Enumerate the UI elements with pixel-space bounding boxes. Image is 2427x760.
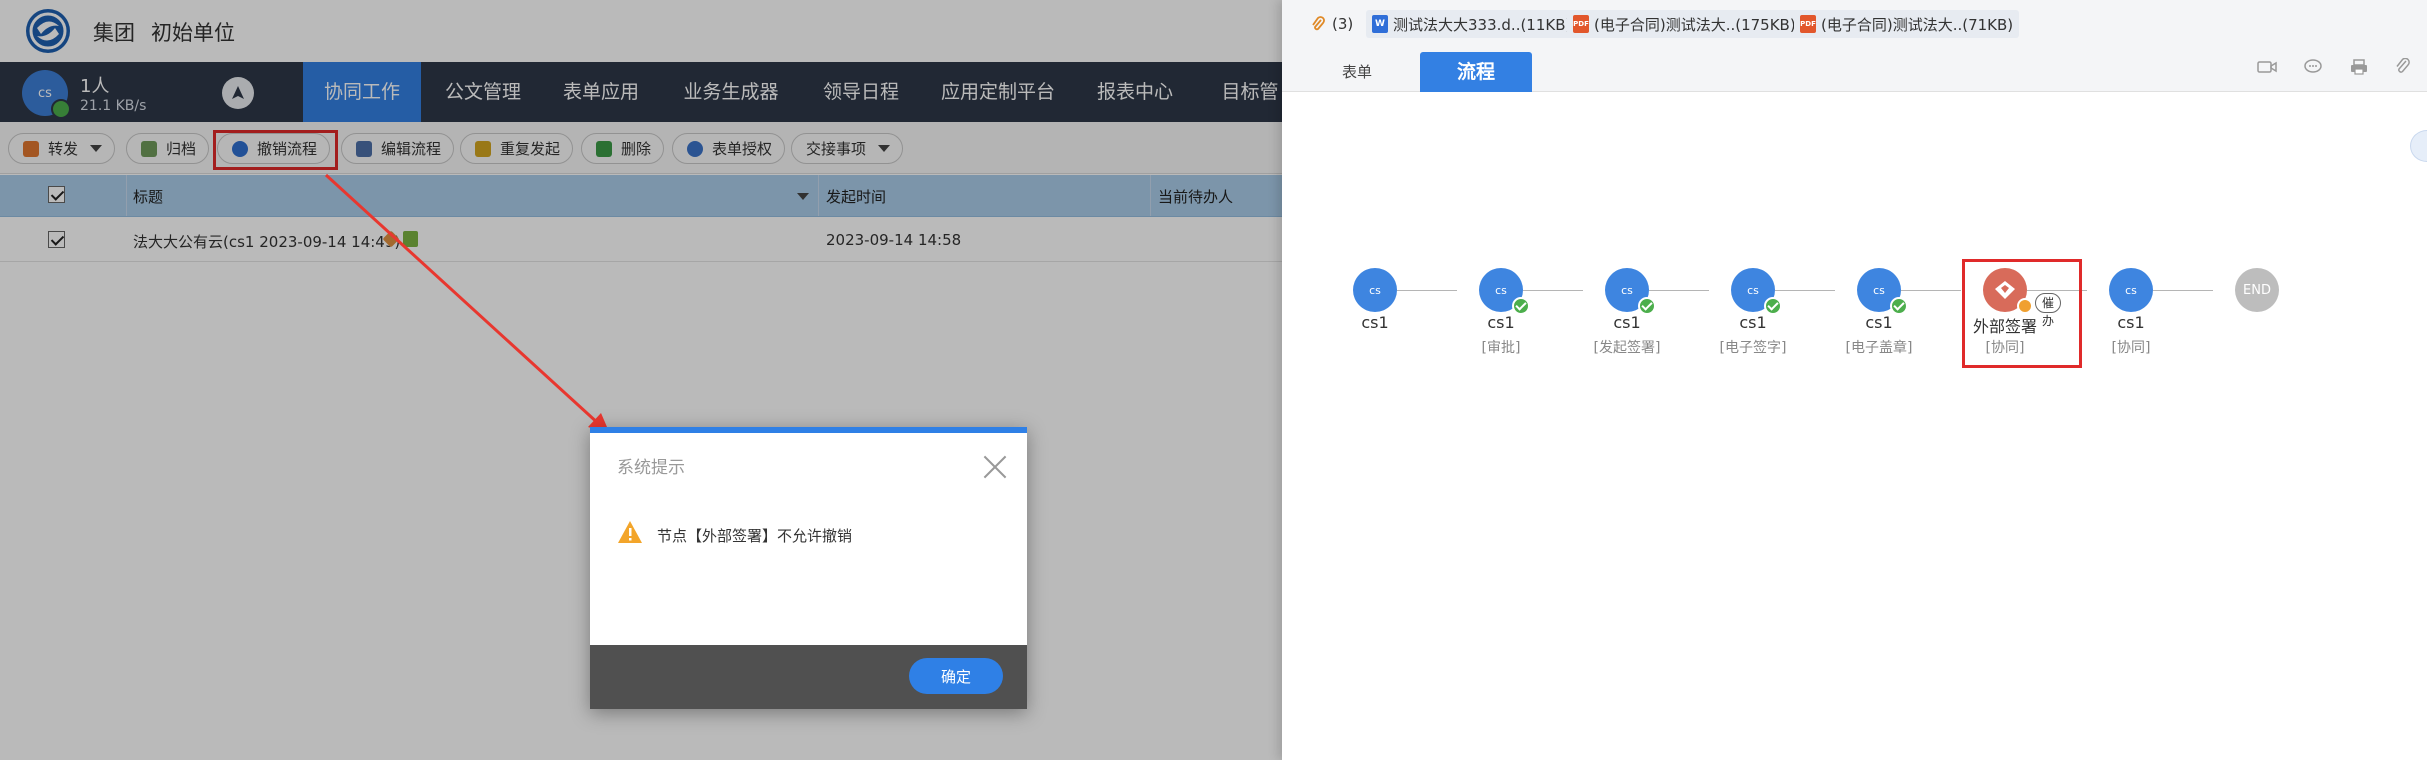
attachment-name: (电子合同)测试法大..(71KB)	[1821, 15, 2014, 34]
flow-connector	[1523, 290, 1583, 291]
flow-node-end: END	[2235, 268, 2279, 312]
flow-node[interactable]: cs	[2109, 268, 2153, 312]
node-name: cs1	[1487, 313, 1515, 332]
node-avatar: cs	[2125, 283, 2137, 297]
attachment-name: 测试法大大333.d..(11KB)	[1393, 15, 1572, 34]
node-end-label: END	[2243, 282, 2271, 298]
comment-icon[interactable]	[2302, 58, 2324, 76]
node-avatar: cs	[1747, 283, 1759, 297]
flow-connector	[1775, 290, 1835, 291]
tab-flow[interactable]: 流程	[1420, 52, 1532, 92]
node-name: cs1	[1613, 313, 1641, 332]
node-sub: [电子签字]	[1719, 340, 1787, 356]
node-sub: [电子盖章]	[1845, 340, 1913, 356]
flow-connector	[1649, 290, 1709, 291]
attachment-bar: (3) W 测试法大大333.d..(11KB) PDF (电子合同)测试法大.…	[1282, 0, 2427, 92]
node-sub: [协同]	[2111, 340, 2151, 356]
node-name: cs1	[1739, 313, 1767, 332]
flow-diagram: cs cs1 cs cs1 [审批] cs cs1 [发起签署] cs cs1 …	[0, 0, 2279, 760]
attachment-name: (电子合同)测试法大..(175KB)	[1594, 15, 1796, 34]
flow-node[interactable]: cs	[1857, 268, 1908, 315]
flow-node[interactable]: cs	[1731, 268, 1782, 315]
node-avatar: cs	[1495, 283, 1507, 297]
flow-node[interactable]: cs	[1353, 268, 1397, 312]
word-file-icon: W	[1372, 15, 1388, 33]
pdf-file-icon: PDF	[1800, 15, 1816, 33]
tab-form[interactable]: 表单	[1312, 52, 1402, 92]
paperclip-icon	[1312, 16, 1325, 31]
pdf-file-icon: PDF	[1573, 15, 1589, 33]
attach-icon[interactable]	[2392, 58, 2414, 76]
flow-node[interactable]: cs	[1479, 268, 1530, 315]
flow-node[interactable]: cs	[1605, 268, 1656, 315]
flow-connector	[1397, 290, 1457, 291]
screen: 集团 初始单位 cs 1人 21.1 KB/s 协同工作 公文管理 表单应用 业…	[0, 0, 2427, 760]
node-sub: [发起签署]	[1593, 340, 1661, 356]
node-avatar: cs	[1873, 283, 1885, 297]
flow-connector	[1901, 290, 1961, 291]
video-icon[interactable]	[2256, 58, 2278, 76]
external-sign-highlight-box	[1962, 259, 2082, 368]
detail-panel: (3) W 测试法大大333.d..(11KB) PDF (电子合同)测试法大.…	[1282, 0, 2427, 760]
node-name: cs1	[2117, 313, 2145, 332]
node-sub: [审批]	[1481, 340, 1521, 356]
node-avatar: cs	[1621, 283, 1633, 297]
attachment-pdf-1[interactable]: PDF (电子合同)测试法大..(175KB)	[1567, 10, 1802, 38]
node-avatar: cs	[1369, 283, 1381, 297]
side-toggle[interactable]	[2410, 130, 2427, 162]
attachment-count: (3)	[1332, 15, 1354, 33]
flow-connector	[2153, 290, 2213, 291]
attachment-word[interactable]: W 测试法大大333.d..(11KB)	[1366, 10, 1578, 38]
node-name: cs1	[1361, 313, 1389, 332]
node-name: cs1	[1865, 313, 1893, 332]
attachment-pdf-2[interactable]: PDF (电子合同)测试法大..(71KB)	[1794, 10, 2020, 38]
print-icon[interactable]	[2348, 58, 2370, 76]
